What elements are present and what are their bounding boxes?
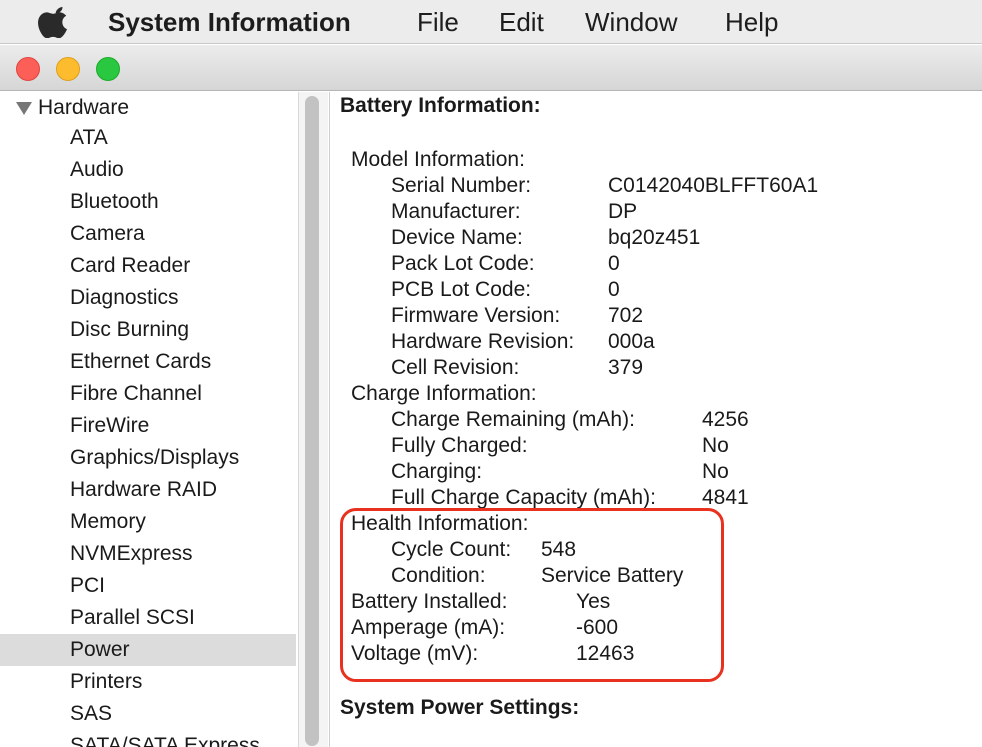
sidebar-item-power[interactable]: Power xyxy=(0,634,296,666)
sidebar-item-sata[interactable]: SATA/SATA Express xyxy=(0,730,296,747)
field-key: Full Charge Capacity (mAh): xyxy=(391,486,656,509)
sidebar-item-memory[interactable]: Memory xyxy=(0,506,296,538)
field-key: Serial Number: xyxy=(391,174,532,197)
battery-info-heading: Battery Information: xyxy=(340,94,541,117)
menu-help[interactable]: Help xyxy=(725,7,778,38)
sidebar-item-pci[interactable]: PCI xyxy=(0,570,296,602)
sidebar-item-audio[interactable]: Audio xyxy=(0,154,296,186)
window-titlebar xyxy=(0,45,982,91)
field-key: Device Name: xyxy=(391,226,523,249)
maximize-button[interactable] xyxy=(96,57,120,81)
sidebar-item-fibre-channel[interactable]: Fibre Channel xyxy=(0,378,296,410)
field-value: 0 xyxy=(608,252,620,275)
sidebar-item-sas[interactable]: SAS xyxy=(0,698,296,730)
field-value: No xyxy=(702,460,729,483)
sidebar-item-firewire[interactable]: FireWire xyxy=(0,410,296,442)
field-value: 702 xyxy=(608,304,644,327)
field-key: Manufacturer: xyxy=(391,200,521,223)
field-value: No xyxy=(702,434,729,457)
sidebar-item-diagnostics[interactable]: Diagnostics xyxy=(0,282,296,314)
sidebar-item-parallel-scsi[interactable]: Parallel SCSI xyxy=(0,602,296,634)
highlight-annotation xyxy=(340,508,724,682)
menu-bar: System Information File Edit Window Help xyxy=(0,0,982,44)
model-info-label: Model Information: xyxy=(351,148,525,171)
sidebar-item-ata[interactable]: ATA xyxy=(0,122,296,154)
field-value: C0142040BLFFT60A1 xyxy=(608,174,819,197)
sidebar-item-nvmexpress[interactable]: NVMExpress xyxy=(0,538,296,570)
field-key: Hardware Revision: xyxy=(391,330,575,353)
field-key: Cell Revision: xyxy=(391,356,520,379)
field-key: Charging: xyxy=(391,460,483,483)
sidebar-section-hardware[interactable]: Hardware xyxy=(16,94,129,122)
field-value: 4256 xyxy=(702,408,749,431)
sidebar-item-printers[interactable]: Printers xyxy=(0,666,296,698)
field-value: 0 xyxy=(608,278,620,301)
apple-logo-icon[interactable] xyxy=(38,6,72,38)
menu-window[interactable]: Window xyxy=(585,7,677,38)
sidebar-item-camera[interactable]: Camera xyxy=(0,218,296,250)
sidebar-item-hardware-raid[interactable]: Hardware RAID xyxy=(0,474,296,506)
field-key: Fully Charged: xyxy=(391,434,528,457)
field-value: DP xyxy=(608,200,638,223)
disclosure-triangle-icon[interactable] xyxy=(16,101,32,115)
minimize-button[interactable] xyxy=(56,57,80,81)
field-key: Charge Remaining (mAh): xyxy=(391,408,635,431)
menu-edit[interactable]: Edit xyxy=(499,7,544,38)
charge-info-label: Charge Information: xyxy=(351,382,537,405)
sidebar-section-label: Hardware xyxy=(38,96,130,119)
field-key: Pack Lot Code: xyxy=(391,252,535,275)
field-value: 4841 xyxy=(702,486,749,509)
sidebar-item-bluetooth[interactable]: Bluetooth xyxy=(0,186,296,218)
field-key: PCB Lot Code: xyxy=(391,278,532,301)
field-value: 379 xyxy=(608,356,644,379)
sidebar-item-graphics-displays[interactable]: Graphics/Displays xyxy=(0,442,296,474)
menu-file[interactable]: File xyxy=(417,7,459,38)
close-button[interactable] xyxy=(16,57,40,81)
field-value: bq20z451 xyxy=(608,226,701,249)
sidebar-item-card-reader[interactable]: Card Reader xyxy=(0,250,296,282)
sidebar: Hardware ATA Audio Bluetooth Camera Card… xyxy=(0,92,298,747)
sidebar-scrollbar-thumb[interactable] xyxy=(305,96,319,746)
field-key: Firmware Version: xyxy=(391,304,561,327)
sidebar-item-ethernet-cards[interactable]: Ethernet Cards xyxy=(0,346,296,378)
system-power-heading: System Power Settings: xyxy=(340,696,580,719)
field-value: 000a xyxy=(608,330,655,353)
app-menu[interactable]: System Information xyxy=(108,7,351,38)
sidebar-item-disc-burning[interactable]: Disc Burning xyxy=(0,314,296,346)
